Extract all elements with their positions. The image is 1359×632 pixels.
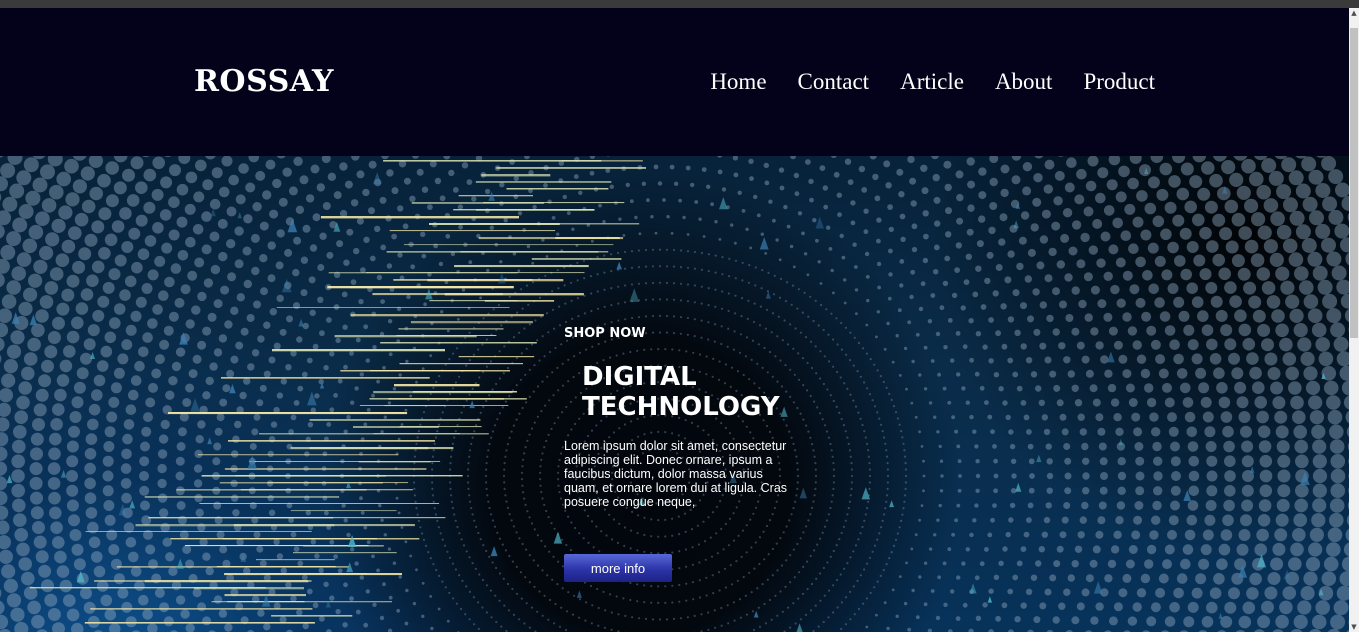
more-info-button[interactable]: more info <box>564 554 672 582</box>
nav-home-link[interactable]: Home <box>710 68 766 96</box>
nav-product-link[interactable]: Product <box>1083 68 1155 96</box>
site-header: ROSSAY Home Contact Article About Produc… <box>0 8 1349 156</box>
hero-title-line-2: TECHNOLOGY <box>582 392 780 422</box>
page-scrollbar[interactable] <box>1349 8 1359 632</box>
nav-article-link[interactable]: Article <box>900 68 964 96</box>
nav-about-link[interactable]: About <box>995 68 1053 96</box>
main-nav: Home Contact Article About Product <box>710 68 1155 96</box>
nav-contact-link[interactable]: Contact <box>798 68 870 96</box>
hero-title-line-1: DIGITAL <box>582 362 697 392</box>
triangle-up-icon[interactable]: ▲ <box>1349 8 1359 18</box>
hero-banner: SHOP NOW DIGITAL TECHNOLOGY Lorem ipsum … <box>0 156 1349 632</box>
hero-description: Lorem ipsum dolor sit amet, consectetur … <box>564 439 788 509</box>
hero-eyebrow[interactable]: SHOP NOW <box>564 326 646 341</box>
hero-title: DIGITAL TECHNOLOGY <box>582 362 780 422</box>
browser-top-strip <box>0 0 1359 8</box>
triangle-down-icon[interactable]: ▼ <box>1349 622 1359 632</box>
scrollbar-thumb[interactable] <box>1350 28 1358 338</box>
site-logo[interactable]: ROSSAY <box>194 64 334 100</box>
